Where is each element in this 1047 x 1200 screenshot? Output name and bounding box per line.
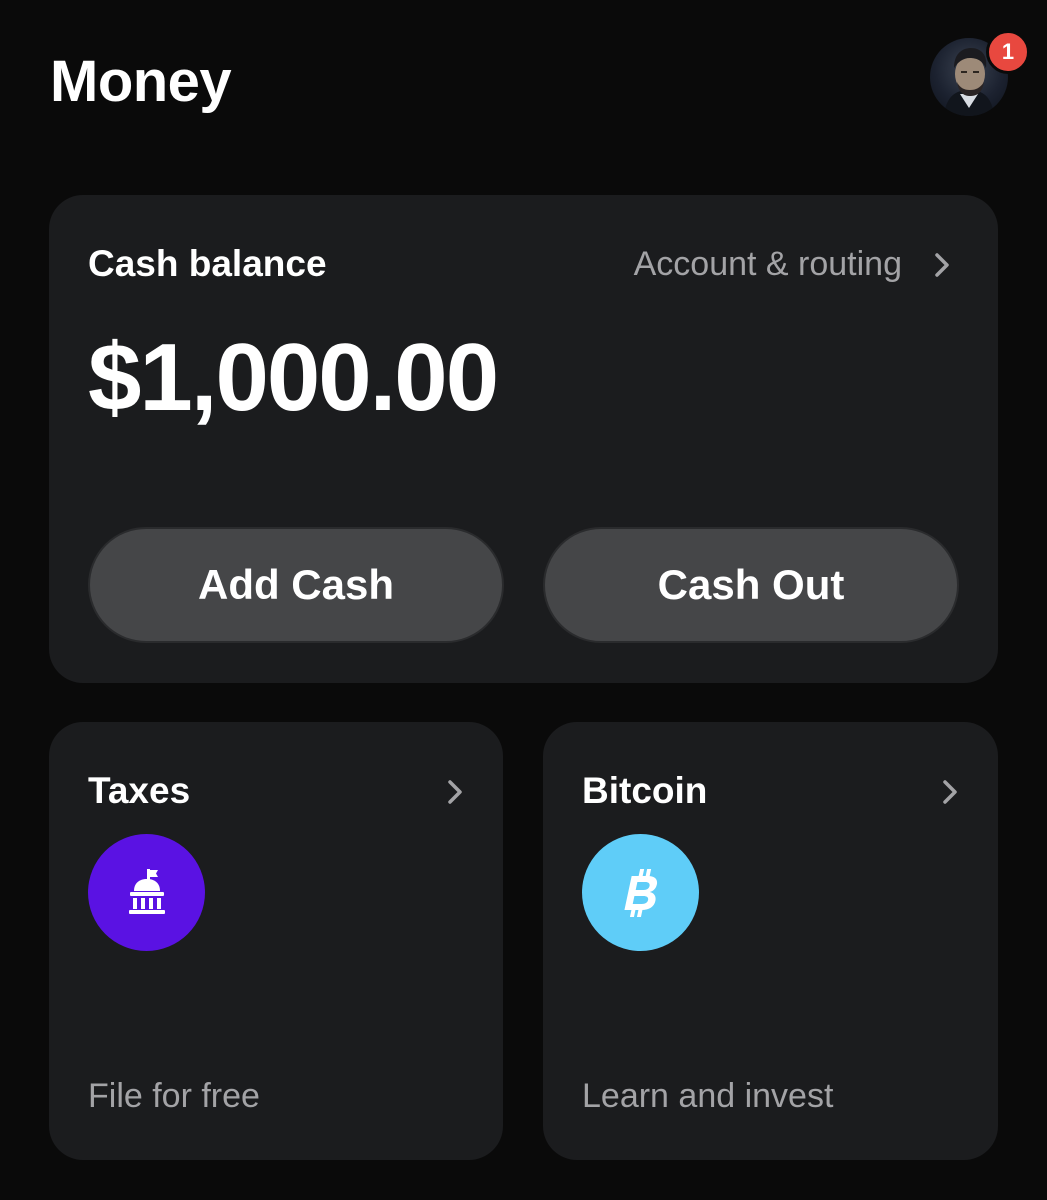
account-routing-link[interactable]: Account & routing bbox=[634, 245, 952, 284]
chevron-right-icon bbox=[940, 778, 960, 806]
notification-badge: 1 bbox=[986, 30, 1030, 74]
bitcoin-title: Bitcoin bbox=[582, 770, 708, 811]
cash-balance-heading: Cash balance bbox=[88, 243, 327, 284]
taxes-caption: File for free bbox=[88, 1077, 260, 1115]
chevron-right-icon bbox=[932, 251, 952, 279]
chevron-right-icon bbox=[445, 778, 465, 806]
page-title: Money bbox=[50, 49, 232, 114]
profile-button[interactable]: 1 bbox=[930, 30, 1030, 118]
government-building-icon bbox=[88, 834, 205, 951]
cash-balance-card: Cash balance Account & routing $1,000.00… bbox=[49, 195, 998, 683]
money-screen: Money 1 Cash balance Account & routing $… bbox=[0, 0, 1047, 1200]
bitcoin-tile[interactable]: Bitcoin Learn and invest bbox=[543, 722, 998, 1160]
cash-out-button[interactable]: Cash Out bbox=[543, 527, 959, 643]
balance-amount: $1,000.00 bbox=[88, 324, 499, 431]
add-cash-button[interactable]: Add Cash bbox=[88, 527, 504, 643]
bitcoin-icon bbox=[582, 834, 699, 951]
account-routing-label: Account & routing bbox=[633, 245, 902, 283]
taxes-tile[interactable]: Taxes File for free bbox=[49, 722, 503, 1160]
taxes-title: Taxes bbox=[88, 770, 191, 811]
bitcoin-caption: Learn and invest bbox=[582, 1077, 834, 1115]
